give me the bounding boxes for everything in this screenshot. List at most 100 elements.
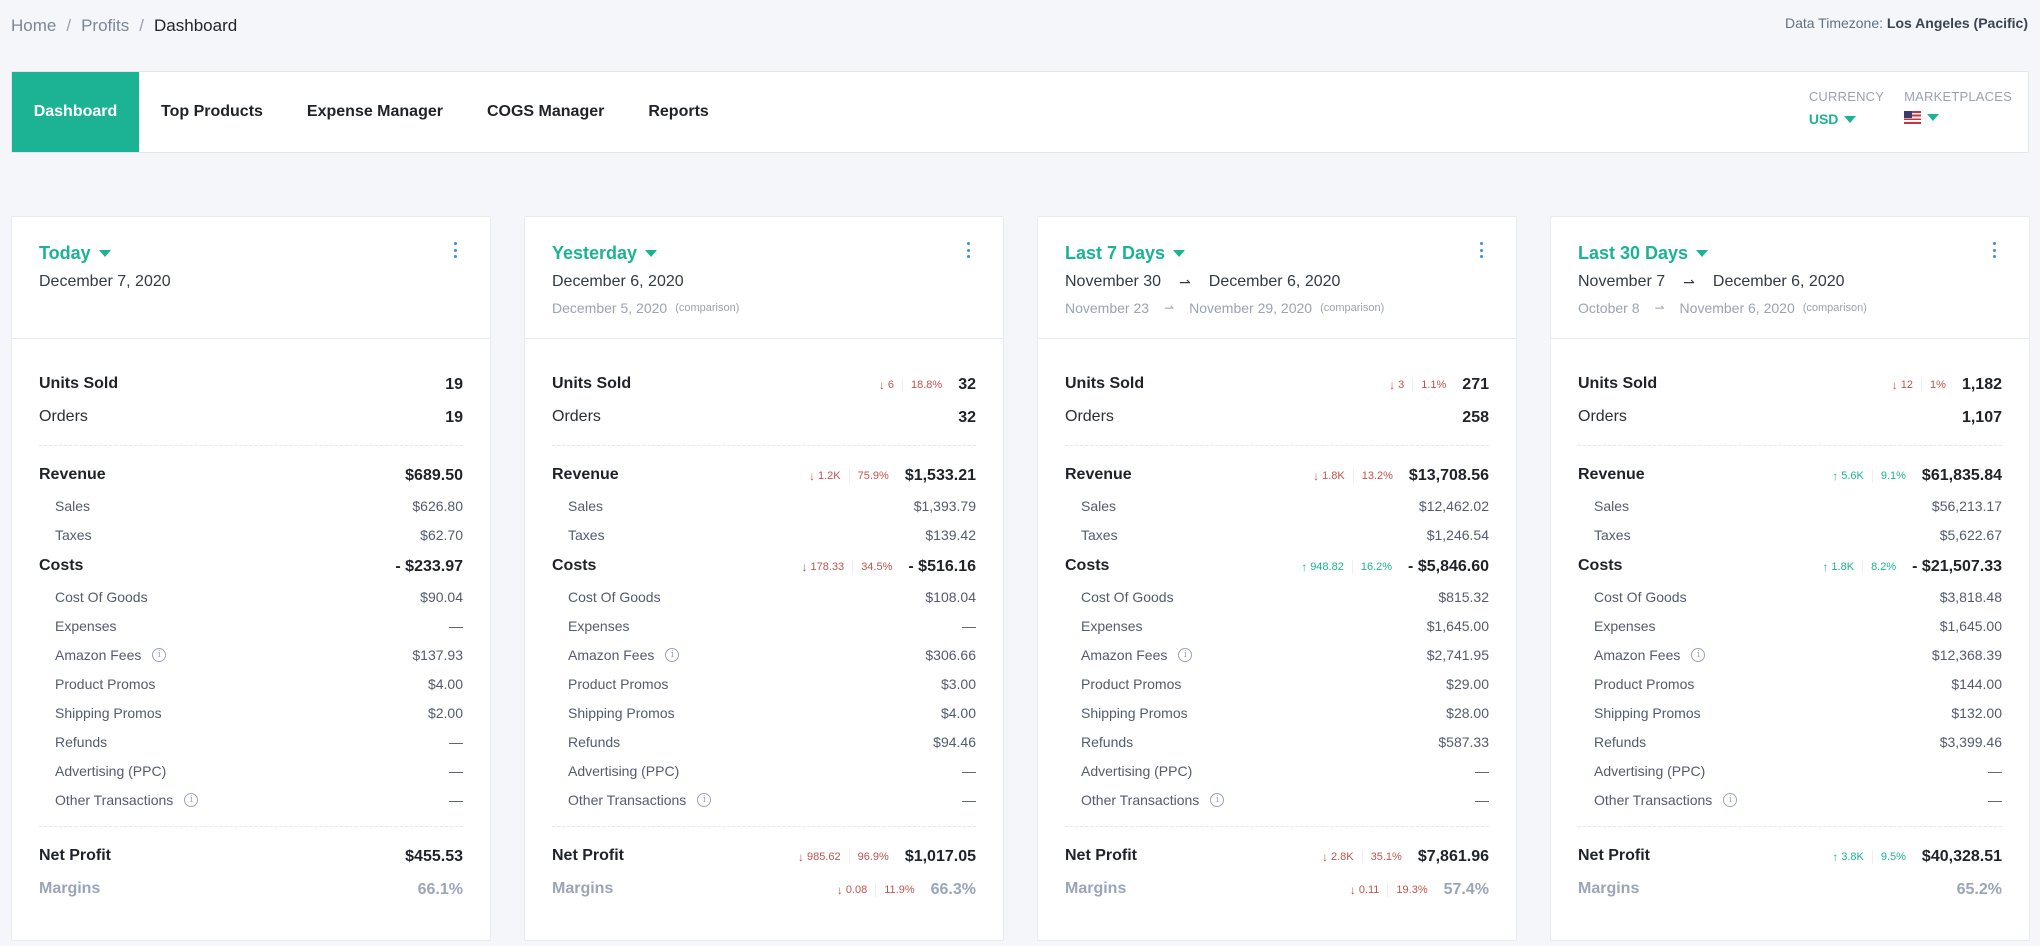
period-dropdown[interactable]: Last 30 Days xyxy=(1578,243,1709,264)
more-options-icon[interactable] xyxy=(1476,241,1486,259)
change-indicator: ↓ 2.8K 35.1% xyxy=(1322,850,1402,864)
metric-values: 66.1% xyxy=(418,878,463,899)
metric-label: Advertising (PPC) xyxy=(1594,763,1705,779)
metric-value: 271 xyxy=(1462,376,1489,393)
info-icon[interactable]: i xyxy=(665,647,680,662)
metric-label: Sales xyxy=(1081,498,1116,514)
metric-values: ↑ 1.8K 8.2% - $21,507.33 xyxy=(1822,555,2002,576)
change-amount: ↓ 3 xyxy=(1389,378,1414,392)
info-icon[interactable]: i xyxy=(184,792,199,807)
tab-top-products[interactable]: Top Products xyxy=(139,72,285,152)
period-dropdown[interactable]: Yesterday xyxy=(552,243,658,264)
arrow-down-icon: ↓ xyxy=(1389,378,1396,392)
info-icon[interactable]: i xyxy=(1210,792,1225,807)
range-end: December 6, 2020 xyxy=(1712,273,1845,290)
metric-value: $2.00 xyxy=(427,704,463,721)
breadcrumb-home[interactable]: Home xyxy=(11,16,56,36)
tab-cogs-manager[interactable]: COGS Manager xyxy=(465,72,626,152)
more-options-icon[interactable] xyxy=(1989,241,1999,259)
change-amount-value: 12 xyxy=(1900,379,1914,391)
metric-value: $13,708.56 xyxy=(1408,467,1489,484)
metric-value: $1,017.05 xyxy=(904,848,976,865)
metric-row-taxes: Taxes $139.42 xyxy=(552,520,976,549)
timezone-label: Data Timezone: xyxy=(1784,15,1884,31)
marketplaces-dropdown[interactable] xyxy=(1904,111,2012,124)
metric-label: Revenue xyxy=(39,466,106,484)
metric-value: - $5,846.60 xyxy=(1408,558,1489,575)
metric-label: Cost Of Goods xyxy=(55,589,148,605)
metric-value: $137.93 xyxy=(412,646,463,663)
metric-label-text: Advertising (PPC) xyxy=(1594,762,1706,779)
more-options-icon[interactable] xyxy=(450,241,460,259)
arrow-up-icon: ↑ xyxy=(1832,850,1839,864)
change-indicator: ↓ 985.62 96.9% xyxy=(798,850,889,864)
metric-value: 1,182 xyxy=(1961,376,2002,393)
metric-label-text: Amazon Fees xyxy=(1594,646,1681,663)
arrow-right-icon: ⇀ xyxy=(1179,273,1191,290)
currency-dropdown[interactable]: USD xyxy=(1809,111,1884,127)
metric-label: Expenses xyxy=(55,618,116,634)
range-end: December 6, 2020 xyxy=(1208,273,1341,290)
change-amount: ↓ 2.8K xyxy=(1322,850,1363,864)
metric-values: — xyxy=(449,618,463,634)
metric-label-text: Orders xyxy=(1578,407,1627,425)
info-icon[interactable]: i xyxy=(1691,647,1706,662)
metric-values: $12,368.39 xyxy=(1932,647,2002,663)
change-indicator: ↓ 1.8K 13.2% xyxy=(1313,469,1393,483)
info-icon[interactable]: i xyxy=(1178,647,1193,662)
metric-label-text: Advertising (PPC) xyxy=(1081,762,1193,779)
metric-label: Refunds xyxy=(1594,734,1646,750)
metric-label-text: Revenue xyxy=(39,465,106,483)
metric-values: — xyxy=(962,618,976,634)
metric-values: — xyxy=(1475,792,1489,808)
metric-row-revenue: Revenue ↓ 1.2K 75.9% $1,533.21 xyxy=(552,458,976,491)
metric-value: $3.00 xyxy=(940,675,976,692)
tab-reports[interactable]: Reports xyxy=(626,72,730,152)
metric-value: $1,645.00 xyxy=(1426,617,1489,634)
metric-label-text: Expenses xyxy=(1081,617,1143,634)
period-dropdown[interactable]: Last 7 Days xyxy=(1065,243,1186,264)
metric-label: Advertising (PPC) xyxy=(1081,763,1192,779)
metric-label-text: Taxes xyxy=(568,526,605,543)
info-icon[interactable]: i xyxy=(152,647,167,662)
metric-label-text: Units Sold xyxy=(39,374,119,392)
metric-values: ↑ 948.82 16.2% - $5,846.60 xyxy=(1301,555,1489,576)
metric-value: $139.42 xyxy=(925,526,976,543)
metric-values: — xyxy=(1988,763,2002,779)
comparison-range: November 23 ⇀ November 29, 2020 (compari… xyxy=(1065,300,1489,316)
metric-values: $137.93 xyxy=(412,647,463,663)
arrow-down-icon: ↓ xyxy=(808,469,815,483)
info-icon[interactable]: i xyxy=(1723,792,1738,807)
metric-values: ↓ 2.8K 35.1% $7,861.96 xyxy=(1322,845,1489,866)
metric-values: $29.00 xyxy=(1446,676,1489,692)
metric-label-text: Amazon Fees xyxy=(568,646,655,663)
info-icon[interactable]: i xyxy=(697,792,712,807)
metric-label-text: Other Transactions xyxy=(568,791,687,808)
section-divider xyxy=(1578,445,2002,446)
metric-row-shipping-promos: Shipping Promos $2.00 xyxy=(39,698,463,727)
more-options-icon[interactable] xyxy=(963,241,973,259)
change-amount: ↑ 3.8K xyxy=(1832,850,1873,864)
metric-label: Net Profit xyxy=(1065,847,1137,865)
metric-row-sales: Sales $1,393.79 xyxy=(552,491,976,520)
change-indicator: ↑ 948.82 16.2% xyxy=(1301,560,1392,574)
metric-row-orders: Orders 32 xyxy=(552,400,976,433)
marketplaces-control: MARKETPLACES xyxy=(1904,89,2012,127)
metric-values: $306.66 xyxy=(925,647,976,663)
change-indicator: ↑ 5.6K 9.1% xyxy=(1832,469,1906,483)
metric-value: 65.2% xyxy=(1956,881,2002,898)
tab-expense-manager[interactable]: Expense Manager xyxy=(285,72,465,152)
metric-label: Expenses xyxy=(1594,618,1655,634)
metric-value: $12,462.02 xyxy=(1418,497,1489,514)
breadcrumb-profits[interactable]: Profits xyxy=(81,16,129,36)
metric-value: $28.00 xyxy=(1446,704,1489,721)
metric-label-text: Advertising (PPC) xyxy=(55,762,167,779)
metric-row-units-sold: Units Sold ↓ 3 1.1% 271 xyxy=(1065,367,1489,400)
metric-label-text: Costs xyxy=(39,556,84,574)
caret-down-icon xyxy=(1927,114,1940,121)
metric-row-product-promos: Product Promos $29.00 xyxy=(1065,669,1489,698)
period-dropdown[interactable]: Today xyxy=(39,243,111,264)
metric-values: ↑ 5.6K 9.1% $61,835.84 xyxy=(1832,464,2002,485)
metric-row-expenses: Expenses $1,645.00 xyxy=(1065,611,1489,640)
tab-dashboard[interactable]: Dashboard xyxy=(12,72,139,152)
